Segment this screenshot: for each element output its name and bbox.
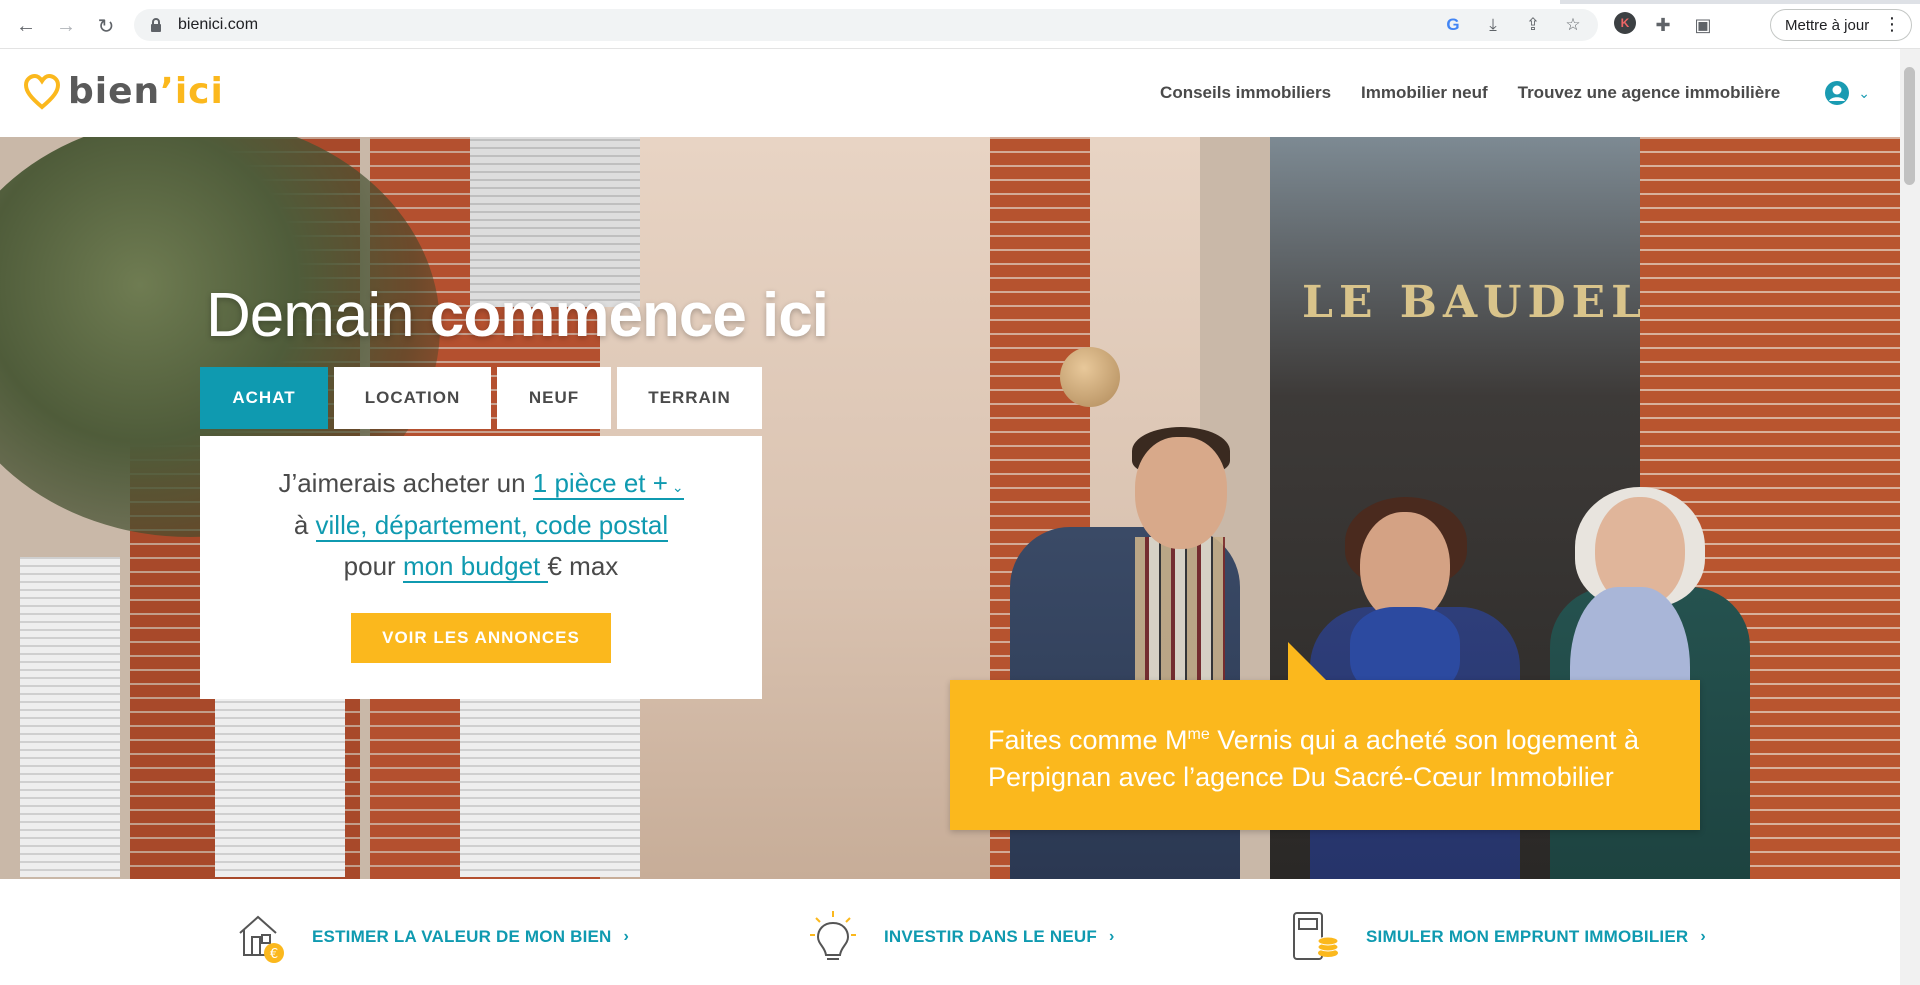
face (1360, 512, 1450, 622)
install-icon[interactable]: ⤓ (1480, 14, 1506, 36)
speech-pointer (1288, 642, 1326, 680)
side-panel-icon[interactable]: ▣ (1690, 12, 1716, 38)
search-line-location: à ville, département, code postal (200, 510, 762, 542)
search-line-rooms: J’aimerais acheter un 1 pièce et + ⌄ (200, 468, 762, 500)
update-button[interactable]: Mettre à jour ⋮ (1770, 9, 1912, 41)
address-bar[interactable]: bienici.com G ⤓ ⇪ ☆ (134, 9, 1598, 41)
svg-text:€: € (270, 947, 278, 962)
feature-estimer-label: ESTIMER LA VALEUR DE MON BIEN (312, 927, 612, 946)
lightbulb-icon (810, 911, 856, 960)
google-icon[interactable]: G (1440, 14, 1466, 36)
location-input[interactable]: ville, département, code postal (315, 510, 669, 542)
tab-achat[interactable]: ACHAT (200, 367, 328, 429)
nav-immobilier-neuf[interactable]: Immobilier neuf (1361, 83, 1488, 103)
tab-neuf[interactable]: NEUF (497, 367, 611, 429)
budget-input[interactable]: mon budget (402, 551, 548, 583)
bookmark-star-icon[interactable]: ☆ (1560, 14, 1586, 36)
window-shutter (20, 557, 120, 877)
testimonial-banner[interactable]: Faites comme Mme Vernis qui a acheté son… (950, 642, 1700, 830)
account-menu[interactable]: ⌄ (1824, 80, 1870, 106)
main-nav: Conseils immobiliers Immobilier neuf Tro… (1160, 49, 1900, 137)
location-prefix: à (293, 510, 316, 540)
site-header: bien’ici Conseils immobiliers Immobilier… (0, 49, 1900, 137)
feature-estimer[interactable]: € ESTIMER LA VALEUR DE MON BIEN › (236, 909, 629, 965)
chevron-right-icon: › (1108, 928, 1115, 945)
rooms-select[interactable]: 1 pièce et + ⌄ (532, 468, 684, 500)
house-euro-icon: € (239, 915, 284, 963)
forward-icon[interactable]: → (52, 12, 80, 40)
window-shutter (215, 697, 345, 877)
scrollbar-thumb[interactable] (1904, 67, 1915, 185)
lamp (1060, 347, 1120, 407)
chevron-right-icon: › (623, 928, 629, 945)
puzzle-icon[interactable]: ✚ (1650, 12, 1676, 38)
nav-conseils[interactable]: Conseils immobiliers (1160, 83, 1331, 103)
reload-icon[interactable]: ↻ (92, 12, 120, 40)
update-button-label: Mettre à jour (1785, 16, 1870, 34)
feature-investir-label: INVESTIR DANS LE NEUF (884, 927, 1097, 946)
budget-prefix: pour (343, 551, 403, 581)
calculator-coins-icon (1293, 912, 1339, 960)
search-line-budget: pour mon budget € max (200, 551, 762, 583)
face (1135, 437, 1227, 549)
share-icon[interactable]: ⇪ (1520, 14, 1546, 36)
nav-trouvez-agence[interactable]: Trouvez une agence immobilière (1518, 83, 1781, 103)
user-icon (1825, 81, 1850, 105)
feature-investir[interactable]: INVESTIR DANS LE NEUF › (808, 909, 1114, 965)
heart-logo-icon (24, 73, 60, 110)
back-icon[interactable]: ← (12, 12, 40, 40)
chevron-down-icon: ⌄ (667, 479, 684, 495)
tab-terrain[interactable]: TERRAIN (617, 367, 762, 429)
extension-k-icon[interactable]: K (1614, 12, 1636, 34)
lock-icon (151, 18, 161, 32)
voir-annonces-button[interactable]: VOIR LES ANNONCES (351, 613, 611, 663)
chevron-right-icon: › (1700, 928, 1706, 945)
features-bar: € ESTIMER LA VALEUR DE MON BIEN › INVESTI… (0, 879, 1900, 985)
feature-simuler-label: SIMULER MON EMPRUNT IMMOBILIER (1366, 927, 1689, 946)
logo[interactable]: bien’ici (24, 71, 224, 112)
rooms-value: 1 pièce et + (532, 468, 668, 498)
testimonial-text: Faites comme Mme Vernis qui a acheté son… (988, 725, 1640, 792)
browser-chrome: ← → ↻ bienici.com G ⤓ ⇪ ☆ K ✚ ▣ Mettre à… (0, 0, 1920, 49)
tab-strip (0, 0, 1920, 4)
feature-simuler[interactable]: SIMULER MON EMPRUNT IMMOBILIER › (1290, 909, 1706, 965)
window-shutter (460, 697, 640, 877)
chevron-down-icon: ⌄ (1858, 84, 1870, 101)
tab-location[interactable]: LOCATION (334, 367, 491, 429)
menu-dots-icon[interactable]: ⋮ (1883, 14, 1901, 35)
hero-title: Demain commence ici (206, 281, 829, 350)
page-scrollbar[interactable] (1900, 49, 1920, 985)
url-text[interactable]: bienici.com (178, 16, 258, 34)
hero-banner: LE BAUDELAIRE Demain commence ici ACHAT … (0, 137, 1900, 879)
rooms-prefix: J’aimerais acheter un (278, 468, 533, 498)
search-form: J’aimerais acheter un 1 pièce et + ⌄ à v… (200, 436, 762, 699)
budget-suffix: € max (547, 551, 619, 581)
search-tabs: ACHAT LOCATION NEUF TERRAIN (200, 367, 762, 429)
logo-text: bien’ici (68, 71, 224, 112)
